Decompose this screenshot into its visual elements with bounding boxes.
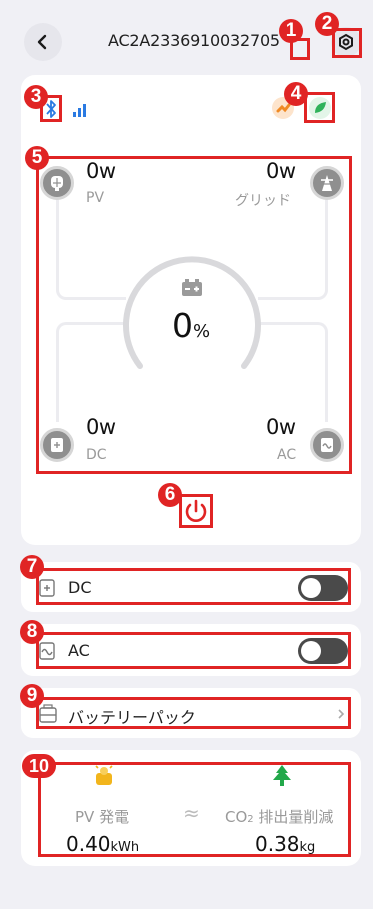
annotation-marker-4: 4 [284, 82, 308, 106]
signal-bars-icon [73, 104, 86, 117]
device-title: AC2A2336910032705 [108, 31, 280, 50]
annotation-marker-8: 8 [20, 620, 44, 644]
highlight-box-8 [36, 632, 351, 669]
annotation-marker-10: 10 [22, 754, 56, 778]
highlight-box-6 [179, 494, 213, 528]
annotation-marker-5: 5 [25, 146, 49, 170]
annotation-marker-3: 3 [24, 85, 48, 109]
annotation-marker-1: 1 [279, 19, 303, 43]
highlight-box-9 [36, 697, 351, 729]
highlight-box-5 [36, 156, 352, 474]
back-button[interactable] [24, 23, 62, 61]
annotation-marker-6: 6 [158, 483, 182, 507]
highlight-box-7 [36, 568, 351, 605]
highlight-box-10 [38, 762, 351, 857]
annotation-marker-9: 9 [20, 684, 44, 708]
highlight-box-2 [332, 28, 362, 58]
chevron-left-icon [37, 34, 47, 50]
annotation-marker-2: 2 [315, 12, 339, 36]
highlight-box-4 [304, 92, 335, 123]
annotation-marker-7: 7 [20, 555, 44, 579]
